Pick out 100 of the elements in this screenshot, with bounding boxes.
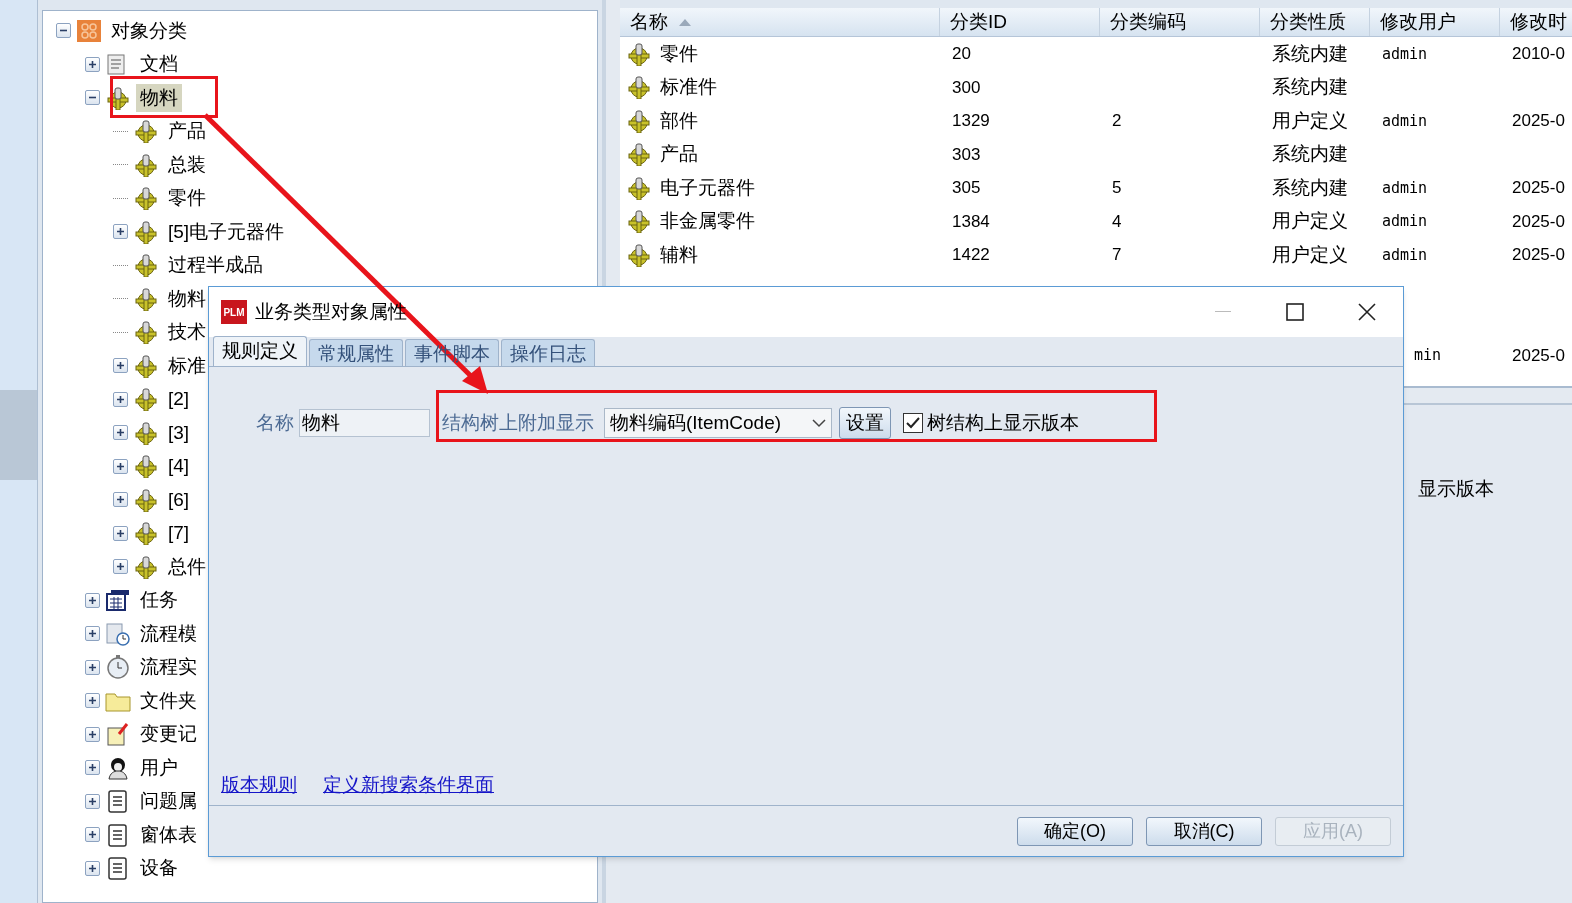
table-cell-text: 300	[952, 76, 981, 99]
name-field[interactable]: 物料	[299, 409, 430, 437]
tree-item[interactable]: 任务	[135, 586, 182, 615]
tree-item[interactable]: 用户	[135, 753, 182, 782]
tree-item[interactable]: 过程半成品	[164, 251, 267, 280]
gear-icon	[133, 454, 159, 479]
tab[interactable]: 操作日志	[501, 339, 595, 366]
table-cell-text: 303	[952, 143, 981, 166]
table-cell-text: 2	[1112, 110, 1122, 132]
tree-item[interactable]: 文件夹	[135, 686, 201, 715]
tree-item[interactable]: 文档	[135, 50, 182, 79]
table-cell-text: 电子元器件	[660, 175, 755, 200]
table-cell-text: admin	[1382, 43, 1428, 65]
gear-icon	[133, 152, 159, 177]
tree-item[interactable]: 技术	[164, 318, 210, 347]
tree-item[interactable]: 总装	[164, 150, 210, 179]
gear-icon	[133, 487, 159, 512]
app-logo: PLM	[221, 300, 247, 324]
column-header[interactable]: 分类性质	[1260, 8, 1370, 36]
table-cell-text: 1422	[952, 244, 990, 266]
tree-item[interactable]: 总件	[164, 552, 210, 581]
table-cell-text: 部件	[660, 108, 698, 133]
field-label: 结构树上附加显示	[442, 410, 594, 435]
option-label: 显示版本	[1418, 478, 1494, 499]
table-cell-text: 零件	[660, 41, 698, 66]
gear-icon	[626, 209, 652, 234]
table-cell-text: 非金属零件	[660, 209, 755, 233]
gear-icon	[133, 320, 159, 345]
table-cell-text: 2010-0	[1512, 43, 1565, 65]
column-header[interactable]: 分类ID	[940, 8, 1100, 36]
table-cell-text: 5	[1112, 177, 1122, 199]
gear-icon	[133, 353, 159, 378]
table-cell-text: 2025-0	[1512, 177, 1565, 199]
gear-icon	[626, 41, 652, 66]
tree-item[interactable]: [3]	[164, 418, 194, 447]
column-header[interactable]: 名称	[620, 8, 940, 36]
tree-item[interactable]: [2]	[164, 385, 194, 414]
gear-icon	[133, 219, 159, 244]
table-cell-text: admin	[1382, 211, 1428, 232]
table-cell-text: 1329	[952, 110, 990, 132]
tab[interactable]: 常规属性	[309, 339, 403, 366]
document-clock-icon	[104, 621, 131, 646]
gear-icon	[626, 242, 652, 267]
tree-item[interactable]: 问题属	[135, 787, 201, 816]
minimize-icon	[1215, 311, 1231, 313]
tree-item[interactable]: 零件	[164, 184, 210, 213]
checkmark-icon	[906, 417, 920, 429]
tree-item[interactable]: [4]	[164, 452, 194, 481]
display-dropdown[interactable]: 物料编码(ItemCode)	[604, 408, 832, 438]
gear-icon	[626, 142, 652, 167]
link[interactable]: 定义新搜索条件界面	[323, 770, 494, 799]
gear-icon	[626, 108, 652, 133]
gear-icon	[133, 253, 159, 278]
link[interactable]: 版本规则	[221, 770, 297, 799]
column-header[interactable]: 修改用户	[1370, 8, 1500, 36]
tree-item[interactable]: [7]	[164, 519, 194, 548]
gear-icon	[133, 286, 159, 311]
tree-item[interactable]: 窗体表	[135, 820, 201, 849]
settings-button[interactable]: 设置	[839, 407, 891, 439]
maximize-icon	[1286, 303, 1304, 321]
column-header[interactable]: 修改时	[1500, 8, 1572, 36]
table-cell-text: 产品	[660, 142, 698, 166]
table-cell-text: 2025-0	[1512, 210, 1565, 233]
gear-icon	[133, 186, 159, 211]
note-icon	[104, 722, 131, 747]
tree-item[interactable]: 物料	[164, 284, 210, 313]
table-cell: 2025-0	[1512, 345, 1565, 365]
version-checkbox[interactable]	[903, 413, 923, 433]
table-cell-text: 用户定义	[1272, 108, 1348, 133]
gear-icon	[133, 554, 159, 579]
dialog-button[interactable]: 确定(O)	[1017, 816, 1133, 846]
chevron-down-icon	[812, 418, 826, 428]
tree-item[interactable]: 物料	[135, 83, 182, 112]
tree-item[interactable]: 流程实	[135, 653, 201, 682]
table-cell-text: 7	[1112, 244, 1122, 266]
gear-icon	[133, 521, 159, 546]
column-header[interactable]: 分类编码	[1100, 8, 1260, 36]
gear-icon	[133, 387, 159, 412]
tab[interactable]: 规则定义	[213, 336, 307, 366]
tree-item[interactable]: 变更记	[135, 720, 201, 749]
gear-icon	[626, 75, 652, 100]
table-cell-text: 系统内建	[1272, 41, 1348, 66]
tree-item[interactable]: 标准	[164, 351, 210, 380]
tree-item[interactable]: 设备	[135, 854, 182, 883]
table-cell-text: 2025-0	[1512, 110, 1565, 132]
dialog-button[interactable]: 取消(C)	[1146, 816, 1262, 846]
table-cell: min	[1414, 346, 1442, 365]
gear-icon	[104, 85, 131, 110]
table-cell-text: 2025-0	[1512, 244, 1565, 266]
table-cell-text: admin	[1382, 177, 1428, 199]
table-cell-text: 1384	[952, 210, 990, 233]
tree-item[interactable]: [6]	[164, 485, 194, 514]
field-label: 名称	[256, 410, 294, 435]
tree-item[interactable]: [5]电子元器件	[164, 217, 289, 246]
tree-item[interactable]: 流程模	[135, 619, 201, 648]
tree-item[interactable]: 产品	[164, 117, 210, 146]
gear-icon	[133, 119, 159, 144]
table-cell-text: 用户定义	[1272, 242, 1348, 267]
table-cell-text: admin	[1382, 244, 1428, 266]
tree-item[interactable]: 对象分类	[107, 16, 191, 45]
